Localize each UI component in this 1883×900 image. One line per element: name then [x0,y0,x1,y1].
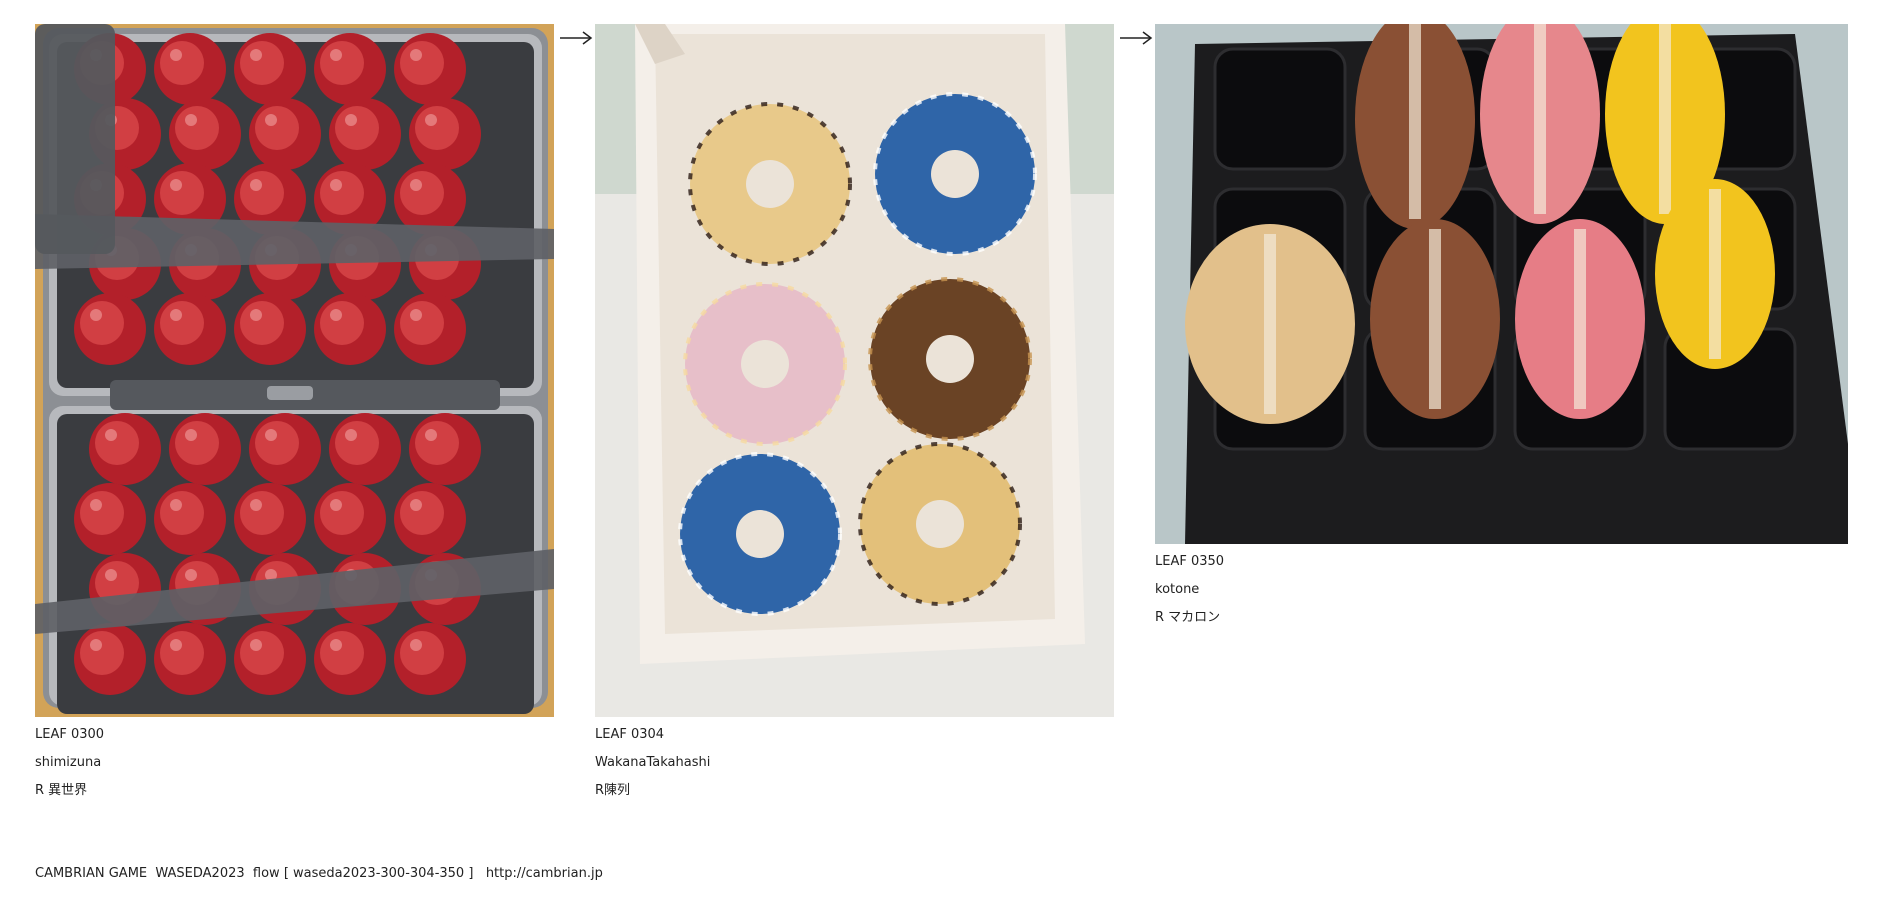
reply-keyword: R マカロン [1155,610,1221,625]
leaf-card-0350: LEAF 0350 kotone R マカロン [1155,24,1848,625]
footer-flow-text: CAMBRIAN GAME WASEDA2023 flow [ waseda20… [35,866,486,881]
leaf-number: LEAF 0304 [595,727,665,742]
author-name[interactable]: WakanaTakahashi [595,755,710,771]
flow-arrow-icon [560,31,593,45]
reply-keyword: R 異世界 [35,783,88,798]
site-footer: CAMBRIAN GAME WASEDA2023 flow [ waseda20… [35,866,603,881]
leaf-number: LEAF 0350 [1155,554,1225,569]
flow-arrow-icon [1120,31,1153,45]
donuts-box-photo[interactable] [595,24,1114,717]
author-name[interactable]: kotone [1155,582,1199,598]
footer-site-link[interactable]: http://cambrian.jp [486,866,603,881]
reply-keyword: R陳列 [595,783,631,798]
leaf-number: LEAF 0300 [35,727,105,742]
apples-suitcase-photo[interactable] [35,24,554,717]
leaf-card-0300: LEAF 0300 shimizuna R 異世界 [35,24,554,804]
author-name[interactable]: shimizuna [35,755,101,771]
macarons-tray-photo[interactable] [1155,24,1848,544]
leaf-card-0304: LEAF 0304 WakanaTakahashi R陳列 [595,24,1114,804]
